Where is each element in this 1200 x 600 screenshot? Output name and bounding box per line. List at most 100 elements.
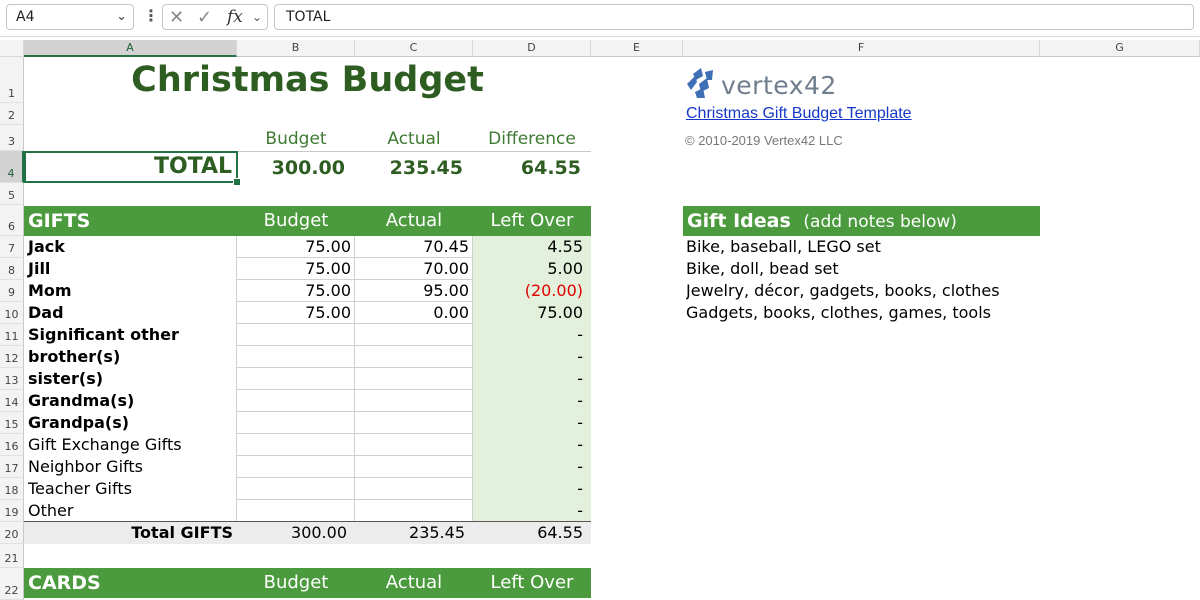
column-header-e[interactable]: E <box>591 40 683 57</box>
column-header-d[interactable]: D <box>473 40 591 57</box>
gift-leftover-cell[interactable]: - <box>473 324 591 346</box>
function-icon[interactable]: fx <box>227 7 243 27</box>
row-header-12[interactable]: 12 <box>0 346 24 368</box>
gift-actual-cell[interactable]: 0.00 <box>355 302 473 324</box>
gift-leftover-cell[interactable]: - <box>473 390 591 412</box>
row-header-15[interactable]: 15 <box>0 412 24 434</box>
gift-budget-cell[interactable] <box>237 324 355 346</box>
gift-budget-cell[interactable] <box>237 346 355 368</box>
row-header-19[interactable]: 19 <box>0 500 24 522</box>
gift-name-cell[interactable]: Jack <box>24 236 237 258</box>
gift-actual-cell[interactable]: 95.00 <box>355 280 473 302</box>
formula-input[interactable]: TOTAL <box>274 4 1194 30</box>
gift-name-cell[interactable]: Grandpa(s) <box>24 412 237 434</box>
gift-budget-cell[interactable] <box>237 434 355 456</box>
cancel-icon[interactable]: ✕ <box>169 7 184 28</box>
row-header-6[interactable]: 6 <box>0 205 24 236</box>
gift-name-cell[interactable]: Grandma(s) <box>24 390 237 412</box>
gift-name-cell[interactable]: Dad <box>24 302 237 324</box>
total-gifts-leftover[interactable]: 64.55 <box>473 522 591 544</box>
gift-name-cell[interactable]: Gift Exchange Gifts <box>24 434 237 456</box>
gift-name-cell[interactable]: Other <box>24 500 237 522</box>
row-header-5[interactable]: 5 <box>0 183 24 205</box>
row-header-7[interactable]: 7 <box>0 236 24 258</box>
summary-difference-value[interactable]: 64.55 <box>473 151 581 183</box>
row-header-2[interactable]: 2 <box>0 103 24 125</box>
gift-actual-cell[interactable] <box>355 390 473 412</box>
row-header-11[interactable]: 11 <box>0 324 24 346</box>
row-header-22[interactable]: 22 <box>0 568 24 600</box>
chevron-down-icon[interactable]: ⌄ <box>116 9 127 24</box>
gift-budget-cell[interactable] <box>237 500 355 522</box>
gift-name-cell[interactable]: Significant other <box>24 324 237 346</box>
gift-leftover-cell[interactable]: - <box>473 368 591 390</box>
gift-actual-cell[interactable] <box>355 346 473 368</box>
gift-leftover-cell[interactable]: - <box>473 434 591 456</box>
summary-actual-value[interactable]: 235.45 <box>355 151 463 183</box>
gift-name-cell[interactable]: Teacher Gifts <box>24 478 237 500</box>
gift-leftover-cell[interactable]: - <box>473 412 591 434</box>
gift-leftover-cell[interactable]: - <box>473 346 591 368</box>
gift-name-cell[interactable]: brother(s) <box>24 346 237 368</box>
column-header-f[interactable]: F <box>683 40 1040 57</box>
row-header-16[interactable]: 16 <box>0 434 24 456</box>
gift-actual-cell[interactable] <box>355 434 473 456</box>
row-header-10[interactable]: 10 <box>0 302 24 324</box>
column-header-c[interactable]: C <box>355 40 473 57</box>
select-all-corner[interactable] <box>0 40 24 57</box>
gift-idea-item[interactable]: Jewelry, décor, gadgets, books, clothes <box>686 280 1040 302</box>
gift-budget-cell[interactable] <box>237 368 355 390</box>
check-icon[interactable]: ✓ <box>197 7 212 28</box>
gift-name-cell[interactable]: Mom <box>24 280 237 302</box>
gift-actual-cell[interactable] <box>355 412 473 434</box>
gift-actual-cell[interactable] <box>355 324 473 346</box>
gift-budget-cell[interactable] <box>237 390 355 412</box>
summary-budget-value[interactable]: 300.00 <box>237 151 345 183</box>
row-header-9[interactable]: 9 <box>0 280 24 302</box>
gift-budget-cell[interactable] <box>237 478 355 500</box>
row-header-18[interactable]: 18 <box>0 478 24 500</box>
chevron-down-icon[interactable]: ⌄ <box>252 10 262 24</box>
row-header-21[interactable]: 21 <box>0 544 24 568</box>
gift-actual-cell[interactable] <box>355 368 473 390</box>
row-header-3[interactable]: 3 <box>0 125 24 151</box>
gift-leftover-cell[interactable]: 4.55 <box>473 236 591 258</box>
row-header-8[interactable]: 8 <box>0 258 24 280</box>
gift-budget-cell[interactable]: 75.00 <box>237 236 355 258</box>
gift-budget-cell[interactable]: 75.00 <box>237 280 355 302</box>
row-header-13[interactable]: 13 <box>0 368 24 390</box>
column-header-b[interactable]: B <box>237 40 355 57</box>
name-box[interactable]: A4 ⌄ <box>6 4 134 30</box>
column-header-a[interactable]: A <box>24 40 237 57</box>
gift-leftover-cell[interactable]: 5.00 <box>473 258 591 280</box>
gift-idea-item[interactable]: Bike, doll, bead set <box>686 258 1040 280</box>
gift-actual-cell[interactable] <box>355 456 473 478</box>
gift-leftover-cell[interactable]: (20.00) <box>473 280 591 302</box>
total-label-cell[interactable]: TOTAL <box>24 151 238 183</box>
gift-actual-cell[interactable] <box>355 478 473 500</box>
gift-actual-cell[interactable]: 70.00 <box>355 258 473 280</box>
row-header-20[interactable]: 20 <box>0 522 24 544</box>
gift-actual-cell[interactable]: 70.45 <box>355 236 473 258</box>
total-gifts-budget[interactable]: 300.00 <box>237 522 355 544</box>
gift-leftover-cell[interactable]: - <box>473 478 591 500</box>
gift-name-cell[interactable]: Neighbor Gifts <box>24 456 237 478</box>
gift-idea-item[interactable]: Bike, baseball, LEGO set <box>686 236 1040 258</box>
gift-idea-item[interactable]: Gadgets, books, clothes, games, tools <box>686 302 1040 324</box>
gift-actual-cell[interactable] <box>355 500 473 522</box>
gift-name-cell[interactable]: sister(s) <box>24 368 237 390</box>
row-header-1[interactable]: 1 <box>0 57 24 103</box>
gift-budget-cell[interactable] <box>237 412 355 434</box>
gift-leftover-cell[interactable]: - <box>473 456 591 478</box>
template-link[interactable]: Christmas Gift Budget Template <box>686 105 1026 125</box>
row-header-4[interactable]: 4 <box>0 151 24 183</box>
gift-leftover-cell[interactable]: - <box>473 500 591 522</box>
more-options-icon[interactable]: ⋮ <box>143 6 159 26</box>
column-header-g[interactable]: G <box>1040 40 1200 57</box>
row-header-14[interactable]: 14 <box>0 390 24 412</box>
gift-name-cell[interactable]: Jill <box>24 258 237 280</box>
gift-budget-cell[interactable] <box>237 456 355 478</box>
gift-budget-cell[interactable]: 75.00 <box>237 302 355 324</box>
gift-leftover-cell[interactable]: 75.00 <box>473 302 591 324</box>
gift-budget-cell[interactable]: 75.00 <box>237 258 355 280</box>
